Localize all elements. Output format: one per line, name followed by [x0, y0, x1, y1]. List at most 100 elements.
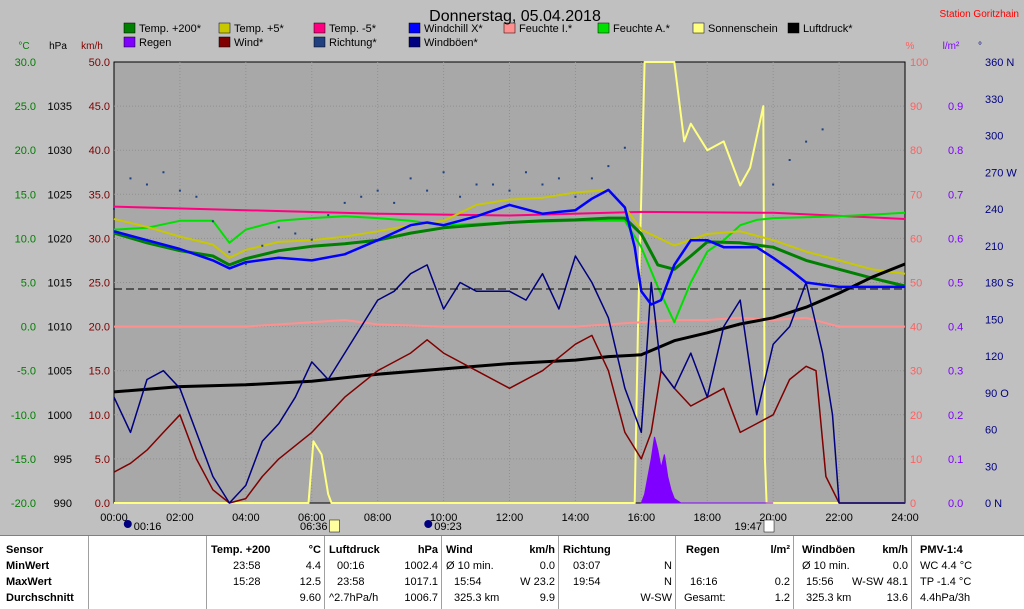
tick-label-hpa: 995 [54, 454, 72, 466]
series-point-richtung [557, 177, 560, 180]
tick-label-rain: 0.3 [948, 366, 963, 378]
row-label-sensor: Sensor [6, 544, 44, 556]
tick-label-rain: 0.1 [948, 454, 963, 466]
legend-label-regen: Regen [139, 37, 171, 49]
tick-label-time: 14:00 [562, 512, 590, 524]
regen-title: Regen [686, 544, 720, 556]
legend-label-temp-5: Temp. -5* [329, 23, 377, 35]
temp-min-time: 23:58 [233, 560, 261, 572]
tick-label-hpa: 1035 [48, 101, 72, 113]
row-label-min: MinWert [6, 560, 50, 572]
wind-avg: 9.9 [539, 592, 555, 604]
tick-label-degree: 330 [985, 94, 1003, 106]
moon-set-time: 00:16 [134, 521, 162, 533]
pmv-tp: TP -1.4 °C [920, 576, 972, 588]
luftdruck-unit: hPa [417, 544, 438, 556]
wind-min: 0.0 [539, 560, 555, 572]
axis-unit-rain: l/m² [943, 41, 960, 52]
series-point-richtung [145, 183, 148, 186]
tick-label-degree: 240 [985, 204, 1003, 216]
windboeen-avg: 13.6 [886, 592, 908, 604]
pmv-wc: WC 4.4 °C [920, 560, 973, 572]
tick-label-degree: 30 [985, 461, 997, 473]
tick-label-degree: 300 [985, 131, 1003, 143]
temp-avg: 9.60 [299, 592, 321, 604]
axis-unit-percent: % [906, 41, 915, 52]
tick-label-celsius: -5.0 [17, 366, 36, 378]
windboeen-unit: km/h [882, 544, 908, 556]
legend-label-wind: Wind* [234, 37, 264, 49]
tick-label-rain: 0.8 [948, 145, 963, 157]
series-point-richtung [623, 146, 626, 149]
tick-label-hpa: 1025 [48, 189, 72, 201]
legend-swatch-temp-200 [123, 22, 136, 34]
series-point-richtung [508, 189, 511, 192]
tick-label-celsius: 0.0 [21, 322, 36, 334]
series-point-richtung [772, 183, 775, 186]
tick-label-hpa: 990 [54, 498, 72, 510]
tick-label-kmh: 35.0 [89, 189, 110, 201]
row-label-max: MaxWert [6, 576, 52, 588]
wind-max-time: 15:54 [454, 576, 482, 588]
legend-label-sonnenschein: Sonnenschein [708, 23, 778, 35]
tick-label-percent: 0 [910, 498, 916, 510]
windboeen-title: Windböen [802, 544, 856, 556]
chart-title: Donnerstag, 05.04.2018 [429, 8, 601, 25]
series-point-richtung [343, 201, 346, 204]
series-point-richtung [805, 140, 808, 143]
richtung-min-time: 03:07 [573, 560, 601, 572]
tick-label-kmh: 40.0 [89, 145, 110, 157]
series-point-richtung [524, 171, 527, 174]
tick-label-degree: 210 [985, 241, 1003, 253]
legend-label-windb-en: Windböen* [424, 37, 479, 49]
temp-max-time: 15:28 [233, 576, 261, 588]
regen-max: 0.2 [774, 576, 790, 588]
wind-unit: km/h [529, 544, 555, 556]
series-point-richtung [442, 171, 445, 174]
tick-label-kmh: 20.0 [89, 322, 110, 334]
tick-label-rain: 0.5 [948, 278, 963, 290]
wind-dist: 325.3 km [454, 592, 500, 604]
stats-richtung: Richtung 03:07 N 19:54 N W-SW [558, 536, 676, 609]
tick-label-degree: 0 N [985, 498, 1002, 510]
series-point-richtung [541, 183, 544, 186]
series-point-richtung [409, 177, 412, 180]
tick-label-degree: 60 [985, 425, 997, 437]
series-point-richtung [228, 250, 231, 253]
windboeen-max-time: 15:56 [806, 576, 834, 588]
legend-label-feuchte-a: Feuchte A.* [613, 23, 671, 35]
series-point-richtung [310, 238, 313, 241]
stats-pmv: PMV-1:4 WC 4.4 °C TP -1.4 °C 4.4hPa/3h [911, 536, 1024, 609]
tick-label-degree: 270 W [985, 167, 1017, 179]
series-point-richtung [426, 189, 429, 192]
windboeen-max: W-SW 48.1 [851, 576, 908, 588]
axis-unit-hpa: hPa [49, 41, 67, 52]
tick-label-time: 16:00 [628, 512, 656, 524]
tick-label-hpa: 1015 [48, 278, 72, 290]
legend-label-temp-200: Temp. +200* [139, 23, 202, 35]
richtung-min: N [664, 560, 672, 572]
tick-label-celsius: 10.0 [15, 233, 36, 245]
regen-max-time: 16:16 [690, 576, 718, 588]
windboeen-min-label: Ø 10 min. [802, 560, 850, 572]
legend-swatch-windchill-x [408, 22, 421, 34]
tick-label-celsius: 30.0 [15, 57, 36, 69]
axis-unit-celsius: °C [18, 41, 29, 52]
sunrise-icon [329, 519, 340, 533]
tick-label-time: 22:00 [825, 512, 853, 524]
series-point-richtung [376, 189, 379, 192]
pmv-rate: 4.4hPa/3h [920, 592, 971, 604]
series-point-richtung [261, 244, 264, 247]
luftdruck-min-time: 00:16 [337, 560, 365, 572]
moon-rise-icon [424, 520, 433, 528]
tick-label-kmh: 25.0 [89, 278, 110, 290]
wind-title: Wind [446, 544, 473, 556]
temp-unit: °C [308, 544, 321, 556]
tick-label-kmh: 10.0 [89, 410, 110, 422]
luftdruck-max-time: 23:58 [337, 576, 365, 588]
sunset-time: 19:47 [734, 521, 762, 533]
tick-label-degree: 120 [985, 351, 1003, 363]
tick-label-kmh: 15.0 [89, 366, 110, 378]
legend-swatch-windb-en [408, 36, 421, 48]
tick-label-percent: 60 [910, 233, 922, 245]
